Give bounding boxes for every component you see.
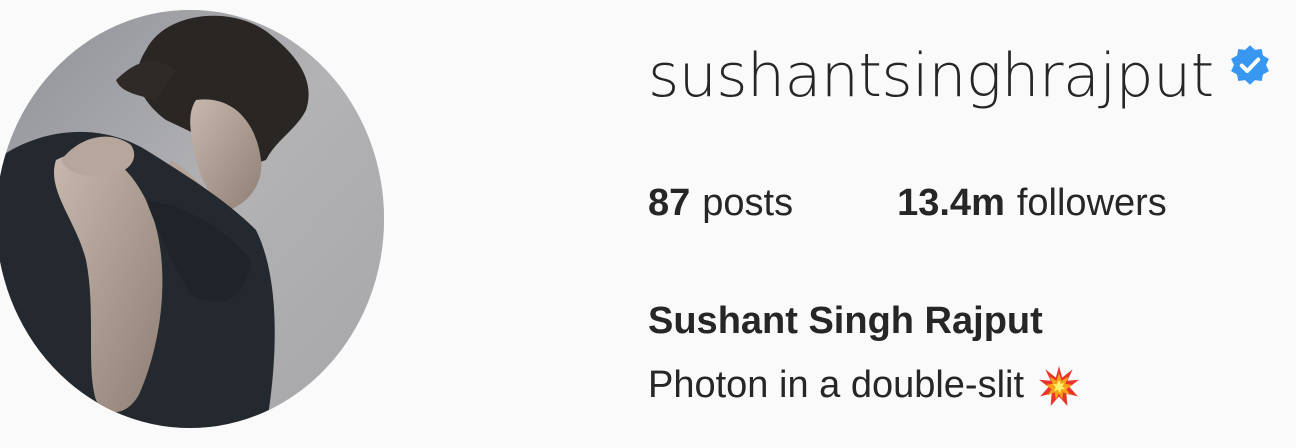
profile-info: sushantsinghrajput 87 posts 13.4m follow…	[648, 0, 1288, 448]
verified-badge-icon	[1230, 45, 1269, 85]
username[interactable]: sushantsinghrajput	[648, 46, 1214, 106]
profile-stats: 87 posts 13.4m followers	[648, 182, 1167, 225]
followers-stat[interactable]: 13.4m followers	[897, 182, 1167, 225]
bio-text: Photon in a double-slit	[648, 364, 1025, 406]
bio: Photon in a double-slit	[648, 364, 1080, 407]
posts-label: posts	[702, 182, 794, 224]
full-name: Sushant Singh Rajput	[648, 300, 1043, 342]
posts-stat: 87 posts	[648, 182, 793, 225]
followers-label: followers	[1016, 182, 1167, 224]
followers-count: 13.4m	[897, 182, 1005, 224]
profile-avatar[interactable]	[0, 10, 384, 428]
username-row: sushantsinghrajput	[648, 36, 1272, 116]
profile-header: sushantsinghrajput 87 posts 13.4m follow…	[0, 0, 1296, 448]
collision-emoji-icon	[1039, 365, 1079, 406]
posts-count: 87	[648, 182, 691, 224]
avatar-photo	[0, 10, 384, 428]
